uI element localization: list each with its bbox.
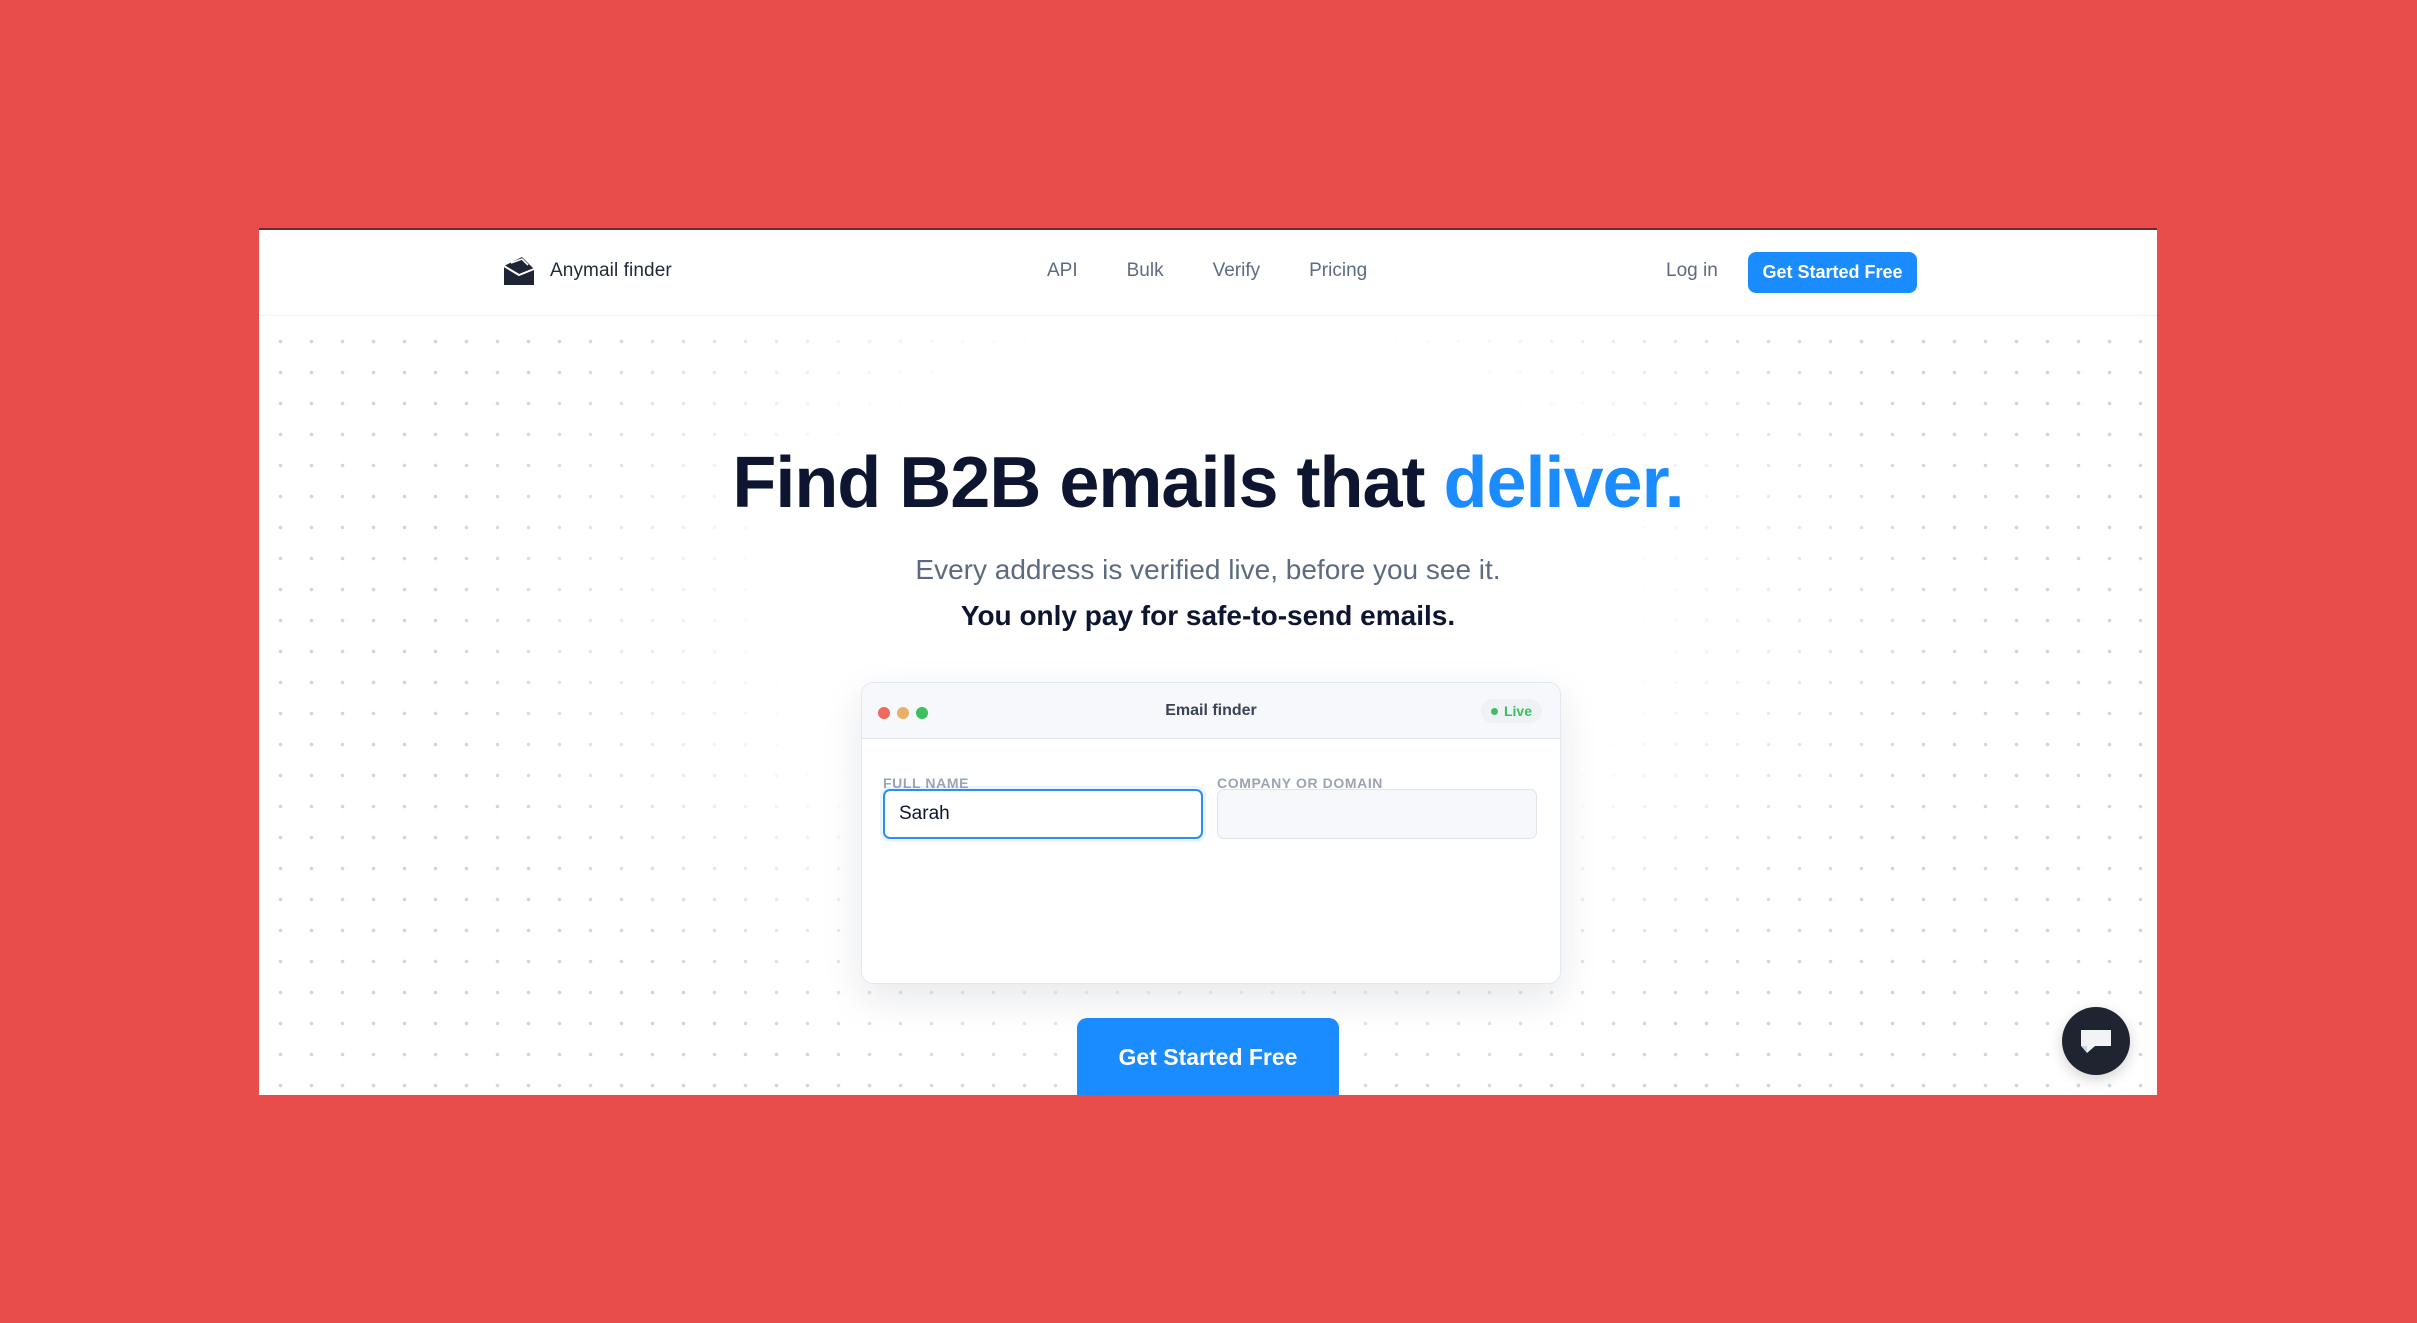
nav-link-bulk[interactable]: Bulk (1127, 260, 1164, 282)
chat-widget-button[interactable] (2062, 1007, 2130, 1075)
chat-bubble-icon (2081, 1030, 2111, 1053)
hero-section: Find B2B emails that deliver. Every addr… (259, 316, 2157, 1095)
headline-main-text: Find B2B emails that (732, 443, 1444, 523)
hero-headline: Find B2B emails that deliver. (259, 442, 2157, 524)
nav-get-started-button[interactable]: Get Started Free (1748, 252, 1917, 293)
nav-link-verify[interactable]: Verify (1213, 260, 1261, 282)
hero-subtitle: Every address is verified live, before y… (915, 554, 1501, 585)
live-badge-label: Live (1503, 703, 1532, 719)
card-title: Email finder (1165, 702, 1257, 719)
nav-link-api[interactable]: API (1047, 260, 1078, 282)
email-finder-card: Email finder Live FULL NAME COMPANY OR D… (861, 682, 1561, 984)
login-link[interactable]: Log in (1666, 260, 1718, 282)
hero-subtitle-bold: You only pay for safe-to-send emails. (960, 600, 1456, 631)
brand-name: Anymail finder (550, 260, 672, 281)
envelope-logo-icon (503, 257, 535, 285)
top-navigation: Anymail finder API Bulk Verify Pricing L… (259, 230, 2157, 316)
live-status-badge: Live (1480, 699, 1542, 723)
brand-logo[interactable]: Anymail finder (502, 254, 672, 288)
full-name-input[interactable] (883, 789, 1203, 839)
card-title-bar: Email finder Live (862, 683, 1560, 739)
company-domain-input[interactable] (1217, 789, 1537, 839)
headline-accent-text: deliver. (1443, 443, 1684, 523)
nav-link-pricing[interactable]: Pricing (1309, 260, 1367, 282)
hero-get-started-button[interactable]: Get Started Free (1077, 1018, 1339, 1095)
nav-links: API Bulk Verify Pricing (1047, 260, 1416, 282)
live-dot-icon (1490, 707, 1498, 715)
browser-viewport: Anymail finder API Bulk Verify Pricing L… (259, 228, 2157, 1095)
